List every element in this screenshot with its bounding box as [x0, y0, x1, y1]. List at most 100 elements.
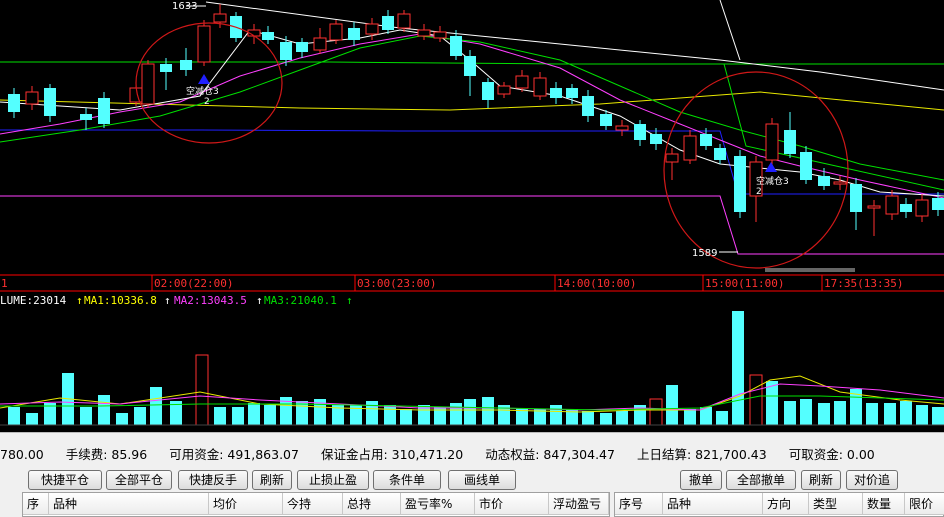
volume-bar [366, 401, 378, 425]
candle [98, 92, 110, 128]
withdrawable-funds: 可取资金: 0.00 [788, 447, 875, 462]
balance-tail: 780.00 [0, 447, 44, 462]
candle [533, 72, 547, 100]
volume-bar [134, 407, 146, 425]
candle [634, 120, 646, 146]
cancel-order-button[interactable]: 撤单 [680, 470, 722, 490]
fee: 手续费: 85.96 [65, 447, 148, 462]
volume-bar [800, 399, 812, 425]
volume-bar [784, 401, 796, 425]
quick-close-button[interactable]: 快捷平仓 [28, 470, 102, 490]
volume-bar [900, 401, 912, 425]
quick-reverse-button[interactable]: 快捷反手 [178, 470, 248, 490]
candle [80, 108, 92, 130]
orders-header-type[interactable]: 类型 [809, 493, 863, 515]
time-label-4: 15:00(11:00) [705, 277, 784, 290]
candle [197, 20, 211, 66]
volume-bar [8, 407, 20, 425]
signal-arrow-1[interactable] [198, 74, 210, 84]
volume-bar [400, 409, 412, 425]
cancel-all-button[interactable]: 全部撤单 [726, 470, 796, 490]
counter-price-chase-button[interactable]: 对价追 [846, 470, 898, 490]
volume-bar [98, 395, 110, 425]
conditional-order-button[interactable]: 条件单 [373, 470, 441, 490]
volume-bar [80, 407, 92, 425]
volume-bar [818, 403, 830, 425]
candle [850, 178, 862, 230]
refresh-orders-button[interactable]: 刷新 [801, 470, 841, 490]
time-label-3: 14:00(10:00) [557, 277, 636, 290]
volume-legend-ma2: MA2:13043.5 [174, 294, 247, 307]
scroll-indicator[interactable] [765, 268, 855, 272]
stop-loss-profit-button[interactable]: 止损止盈 [297, 470, 369, 490]
time-label-0: 1 [1, 277, 8, 290]
signal-sub-1: 2 [204, 97, 210, 107]
positions-header-pnl-rate[interactable]: 盈亏率% [401, 493, 475, 515]
time-axis: 1 02:00(22:00) 03:00(23:00) 14:00(10:00)… [0, 274, 944, 292]
positions-header-avg-price[interactable]: 均价 [209, 493, 283, 515]
candle [348, 22, 360, 46]
time-label-2: 03:00(23:00) [357, 277, 436, 290]
orders-table[interactable]: 序号 品种 方向 类型 数量 限价 [614, 492, 944, 517]
positions-header-market-price[interactable]: 市价 [475, 493, 549, 515]
refresh-button[interactable]: 刷新 [252, 470, 292, 490]
line-order-button[interactable]: 画线单 [448, 470, 516, 490]
volume-bar [766, 381, 778, 425]
signal-label-1: 空减仓3 [186, 85, 219, 97]
candle [765, 118, 779, 166]
volume-bar [932, 407, 944, 425]
svg-text:↑: ↑ [256, 294, 263, 307]
positions-header-floating-pnl[interactable]: 浮动盈亏 [549, 493, 609, 515]
kline-chart[interactable]: 1633 1589 空减仓3 2 空减仓3 2 1 02:00(22:00) 0… [0, 0, 944, 432]
price-panel: 1633 1589 空减仓3 2 空减仓3 2 [0, 0, 944, 272]
candle [734, 150, 746, 218]
svg-text:↑: ↑ [346, 294, 353, 307]
candle [497, 82, 511, 98]
volume-bar [834, 401, 846, 425]
candle [818, 168, 830, 190]
candle [550, 82, 562, 104]
volume-bar [649, 398, 663, 426]
signal-sub-2: 2 [756, 187, 762, 197]
positions-header-total-position[interactable]: 总持 [343, 493, 401, 515]
volume-bar [464, 399, 476, 425]
candle [900, 198, 912, 218]
orders-header-index[interactable]: 序号 [615, 493, 663, 515]
volume-bar [214, 407, 226, 425]
candle [247, 24, 261, 44]
orders-header-direction[interactable]: 方向 [763, 493, 809, 515]
candle [800, 146, 812, 184]
positions-header-today-position[interactable]: 今持 [283, 493, 343, 515]
volume-bar [916, 405, 928, 425]
volume-bar [716, 411, 728, 425]
positions-header-index[interactable]: 序 [23, 493, 49, 515]
positions-table[interactable]: 序 品种 均价 今持 总持 盈亏率% 市价 浮动盈亏 [22, 492, 610, 517]
candle [8, 88, 20, 118]
candle [180, 48, 192, 76]
volume-bar [195, 354, 209, 426]
margin-used: 保证金占用: 310,471.20 [320, 447, 464, 462]
volume-bar [26, 413, 38, 425]
positions-header-symbol[interactable]: 品种 [49, 493, 209, 515]
volume-legend: LUME:23014 ↑ MA1:10336.8 ↑ MA2:13043.5 ↑… [0, 294, 353, 307]
volume-legend-ma1: MA1:10336.8 [84, 294, 157, 307]
orders-header-symbol[interactable]: 品种 [663, 493, 763, 515]
volume-bar [116, 413, 128, 425]
trade-toolbar: 快捷平仓 全部平仓 快捷反手 刷新 止损止盈 条件单 画线单 撤单 全部撤单 刷… [0, 468, 944, 492]
price-low-label: 1589 [692, 248, 717, 259]
orders-header-quantity[interactable]: 数量 [863, 493, 905, 515]
candle [915, 194, 929, 222]
candle [313, 28, 327, 54]
dynamic-equity: 动态权益: 847,304.47 [485, 447, 615, 462]
candle [482, 78, 494, 108]
svg-text:↑: ↑ [76, 294, 83, 307]
signal-arrow-2[interactable] [765, 162, 777, 172]
candle [784, 112, 796, 158]
candle [417, 24, 431, 40]
candle [833, 176, 847, 190]
volume-bar [732, 311, 744, 425]
close-all-button[interactable]: 全部平仓 [106, 470, 172, 490]
orders-header-limit-price[interactable]: 限价 [905, 493, 944, 515]
account-summary-bar: 780.00 手续费: 85.96 可用资金: 491,863.07 保证金占用… [0, 432, 944, 469]
candle [141, 60, 155, 108]
